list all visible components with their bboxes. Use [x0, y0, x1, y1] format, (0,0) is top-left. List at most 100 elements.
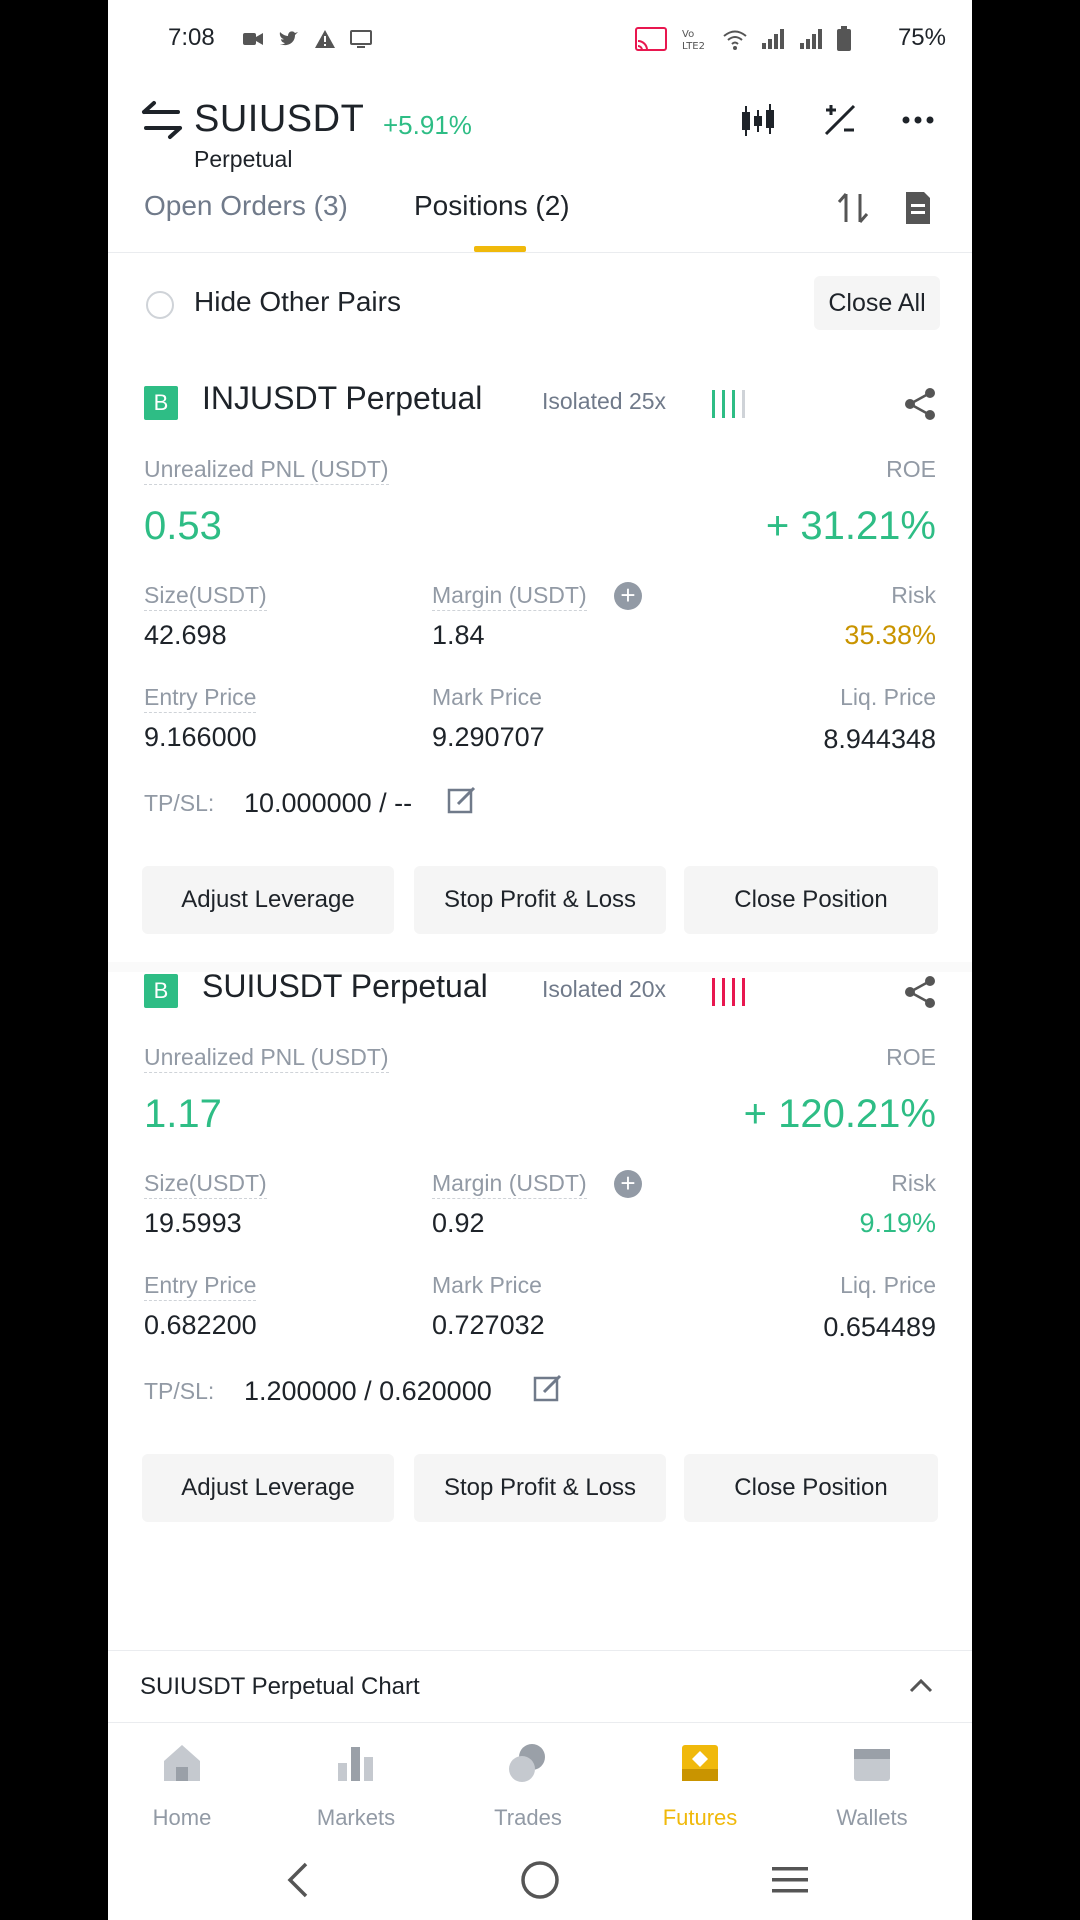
position-card: B SUIUSDT Perpetual Isolated 20x Unreali… — [108, 968, 972, 1534]
edit-icon[interactable] — [446, 784, 478, 816]
chart-panel-bar[interactable]: SUIUSDT Perpetual Chart — [108, 1650, 972, 1720]
unrealized-pnl-value: 0.53 — [144, 504, 222, 548]
system-navigation-bar — [108, 1842, 972, 1920]
markets-icon — [338, 1747, 373, 1781]
chart-panel-label: SUIUSDT Perpetual Chart — [140, 1673, 420, 1700]
liq-price-label: Liq. Price — [840, 684, 936, 710]
volte-icon: VoLTE2 — [682, 29, 705, 52]
candlestick-chart-icon[interactable] — [738, 100, 778, 140]
notification-icons — [242, 28, 372, 50]
liq-price-value: 8.944348 — [823, 724, 936, 754]
roe-label: ROE — [886, 456, 936, 482]
nav-wallets[interactable]: Wallets — [802, 1723, 942, 1843]
margin-label: Margin (USDT) — [432, 1170, 587, 1199]
trades-icon — [509, 1744, 545, 1782]
nav-home[interactable]: Home — [112, 1723, 252, 1843]
size-value: 42.698 — [144, 620, 227, 650]
stop-profit-loss-button[interactable]: Stop Profit & Loss — [414, 1454, 666, 1522]
stop-profit-loss-button[interactable]: Stop Profit & Loss — [414, 866, 666, 934]
entry-price-value: 0.682200 — [144, 1310, 257, 1340]
nav-home-label: Home — [152, 1805, 212, 1830]
calculator-icon[interactable] — [820, 100, 860, 140]
tpsl-value: 1.200000 / 0.620000 — [244, 1376, 492, 1406]
side-badge: B — [144, 974, 178, 1008]
adjust-leverage-button[interactable]: Adjust Leverage — [142, 866, 394, 934]
chevron-up-icon[interactable] — [906, 1671, 936, 1701]
signal-2-icon — [800, 29, 822, 49]
order-history-icon[interactable] — [898, 188, 938, 228]
bottom-navigation: Home Markets Trades Futures Wallets — [108, 1722, 972, 1842]
nav-markets-label: Markets — [316, 1805, 396, 1830]
more-options-icon[interactable] — [898, 100, 938, 140]
pnl-label: Unrealized PNL (USDT) — [144, 1044, 389, 1073]
header-pair-name[interactable]: SUIUSDT — [194, 98, 364, 141]
margin-value: 1.84 — [432, 620, 485, 650]
side-badge: B — [144, 386, 178, 420]
hide-other-pairs-label: Hide Other Pairs — [194, 286, 401, 317]
swap-pair-icon[interactable] — [140, 100, 184, 140]
home-icon — [164, 1745, 200, 1781]
mark-price-label: Mark Price — [432, 684, 542, 710]
home-circle-icon[interactable] — [518, 1858, 562, 1902]
margin-value: 0.92 — [432, 1208, 485, 1238]
close-position-button[interactable]: Close Position — [684, 1454, 938, 1522]
nav-trades[interactable]: Trades — [458, 1723, 598, 1843]
margin-mode: Isolated 20x — [542, 976, 667, 1002]
risk-label: Risk — [891, 582, 936, 608]
battery-icon — [837, 26, 851, 51]
roe-value: + 31.21% — [765, 504, 936, 548]
roe-label: ROE — [886, 1044, 936, 1070]
back-icon[interactable] — [278, 1858, 322, 1902]
status-time: 7:08 — [168, 24, 215, 51]
monitor-icon — [350, 30, 372, 48]
video-icon — [243, 33, 263, 45]
nav-trades-label: Trades — [494, 1805, 562, 1830]
nav-markets[interactable]: Markets — [286, 1723, 426, 1843]
nav-wallets-label: Wallets — [836, 1805, 908, 1830]
mark-price-value: 9.290707 — [432, 722, 545, 752]
share-icon[interactable] — [902, 386, 938, 422]
close-position-button[interactable]: Close Position — [684, 866, 938, 934]
unrealized-pnl-value: 1.17 — [144, 1092, 222, 1136]
nav-futures[interactable]: Futures — [630, 1723, 770, 1843]
share-icon[interactable] — [902, 974, 938, 1010]
risk-level-icon — [712, 390, 745, 418]
tab-positions[interactable]: Positions (2) — [414, 190, 570, 222]
hide-other-pairs-checkbox[interactable] — [146, 291, 174, 319]
tab-open-orders[interactable]: Open Orders (3) — [144, 190, 348, 222]
size-label: Size(USDT) — [144, 1170, 267, 1199]
tpsl-label: TP/SL: — [144, 1378, 215, 1404]
close-all-button[interactable]: Close All — [814, 276, 940, 330]
recents-menu-icon[interactable] — [768, 1858, 812, 1902]
cast-icon — [635, 27, 667, 51]
system-icons: Vo LTE2 — [634, 26, 852, 52]
app-screen: 7:08 Vo LTE2 75% SUIUSDT +5.91% Perpetual — [108, 0, 972, 1920]
position-symbol[interactable]: INJUSDT Perpetual — [202, 380, 482, 417]
signal-1-icon — [762, 29, 784, 49]
margin-label: Margin (USDT) — [432, 582, 587, 611]
entry-price-label: Entry Price — [144, 1272, 257, 1301]
position-symbol[interactable]: SUIUSDT Perpetual — [202, 968, 488, 1005]
tabs-divider — [108, 252, 972, 253]
edit-icon[interactable] — [532, 1372, 564, 1404]
size-label: Size(USDT) — [144, 582, 267, 611]
risk-value: 35.38% — [844, 620, 936, 650]
position-card: B INJUSDT Perpetual Isolated 25x Unreali… — [108, 380, 972, 972]
sort-icon[interactable] — [834, 188, 874, 228]
add-margin-icon[interactable]: + — [614, 1170, 642, 1198]
liq-price-label: Liq. Price — [840, 1272, 936, 1298]
wallets-icon — [854, 1749, 890, 1781]
liq-price-value: 0.654489 — [823, 1312, 936, 1342]
twitter-icon — [279, 31, 298, 46]
svg-text:Vo: Vo — [682, 29, 694, 40]
risk-value: 9.19% — [859, 1208, 936, 1238]
tpsl-value: 10.000000 / -- — [244, 788, 413, 818]
pnl-label: Unrealized PNL (USDT) — [144, 456, 389, 485]
futures-icon — [682, 1745, 718, 1781]
adjust-leverage-button[interactable]: Adjust Leverage — [142, 1454, 394, 1522]
size-value: 19.5993 — [144, 1208, 242, 1238]
tpsl-label: TP/SL: — [144, 790, 215, 816]
svg-text:LTE2: LTE2 — [682, 41, 705, 52]
add-margin-icon[interactable]: + — [614, 582, 642, 610]
status-bar: 7:08 Vo LTE2 75% — [108, 0, 972, 80]
